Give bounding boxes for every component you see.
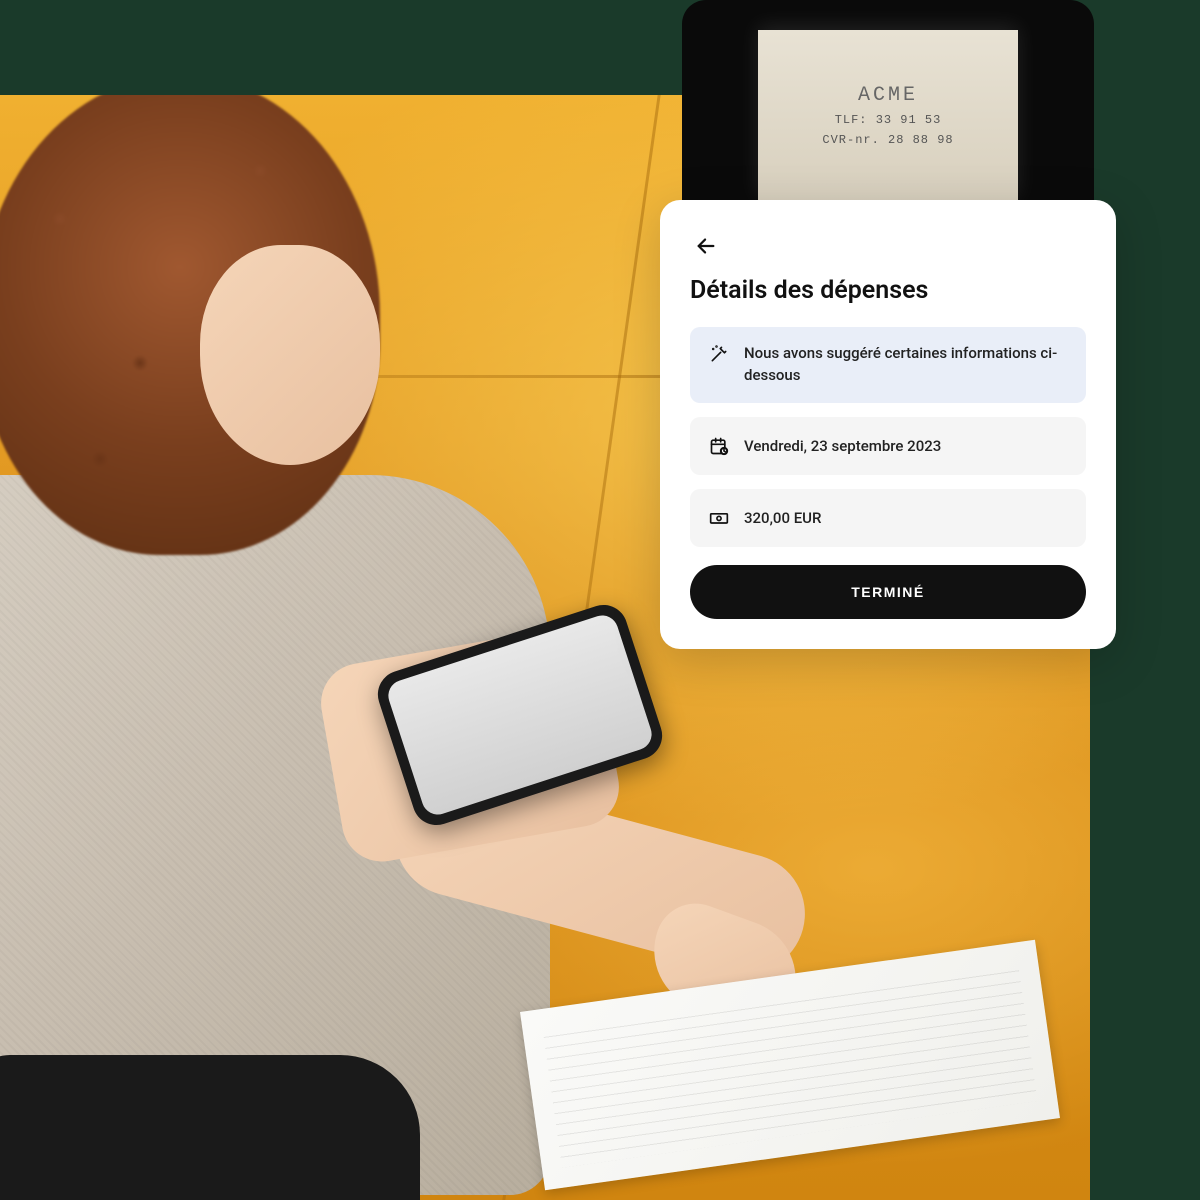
card-title: Détails des dépenses: [690, 276, 1086, 305]
suggestion-banner: Nous avons suggéré certaines information…: [690, 327, 1086, 403]
suggestion-text: Nous avons suggéré certaines information…: [744, 343, 1068, 387]
receipt-scan-preview: ACME TLF: 33 91 53 CVR-nr. 28 88 98: [682, 0, 1094, 200]
amount-value: 320,00 EUR: [744, 509, 821, 527]
calendar-icon: [708, 435, 730, 457]
arrow-left-icon: [695, 235, 717, 257]
done-button[interactable]: TERMINÉ: [690, 565, 1086, 619]
back-button[interactable]: [690, 230, 722, 262]
magic-wand-icon: [708, 343, 730, 365]
receipt-cvr-line: CVR-nr. 28 88 98: [822, 133, 953, 147]
date-field[interactable]: Vendredi, 23 septembre 2023: [690, 417, 1086, 475]
date-value: Vendredi, 23 septembre 2023: [744, 437, 941, 455]
receipt-phone-line: TLF: 33 91 53: [835, 113, 942, 127]
amount-field[interactable]: 320,00 EUR: [690, 489, 1086, 547]
receipt-company-name: ACME: [858, 84, 918, 107]
expense-details-card: Détails des dépenses Nous avons suggéré …: [660, 200, 1116, 649]
cash-icon: [708, 507, 730, 529]
